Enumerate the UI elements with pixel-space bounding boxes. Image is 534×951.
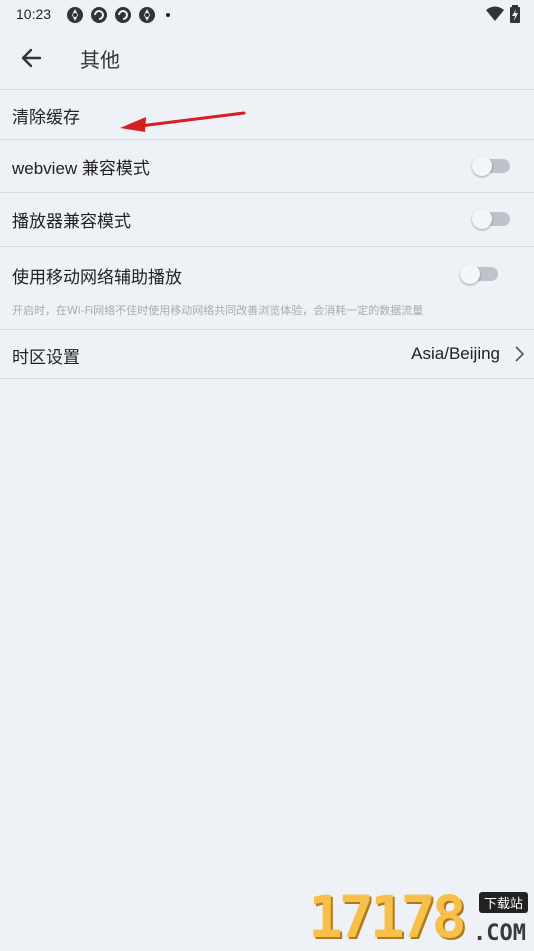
watermark-badge: 下载站 — [478, 892, 528, 913]
mobile-assist-description: 开启时，在Wi-Fi网络不佳时使用移动网络共同改善浏览体验，会消耗一定的数据流量 — [12, 304, 424, 317]
status-notification-icons — [66, 6, 170, 24]
wifi-icon — [486, 6, 504, 26]
status-bar: 10:23 — [0, 0, 534, 28]
sync-icon — [90, 6, 108, 24]
toggle-knob — [460, 264, 480, 284]
player-compat-toggle[interactable] — [472, 209, 510, 229]
status-system-icons — [486, 5, 520, 27]
webview-compat-toggle[interactable] — [472, 156, 510, 176]
webview-compat-label: webview 兼容模式 — [12, 159, 150, 178]
mobile-assist-item[interactable]: 使用移动网络辅助播放 开启时，在Wi-Fi网络不佳时使用移动网络共同改善浏览体验… — [0, 246, 534, 329]
player-compat-label: 播放器兼容模式 — [12, 212, 131, 232]
clear-cache-label: 清除缓存 — [12, 108, 80, 128]
aperture-icon — [138, 6, 156, 24]
clear-cache-item[interactable]: 清除缓存 — [0, 89, 534, 139]
back-button[interactable] — [18, 44, 46, 72]
player-compat-item[interactable]: 播放器兼容模式 — [0, 192, 534, 246]
webview-compat-item[interactable]: webview 兼容模式 — [0, 139, 534, 192]
chevron-right-icon — [515, 346, 525, 362]
toggle-knob — [472, 209, 492, 229]
status-time: 10:23 — [16, 6, 52, 22]
app-bar: 其他 — [0, 28, 534, 89]
settings-list: 清除缓存 webview 兼容模式 播放器兼容模式 使用移动网络辅助播放 开启时… — [0, 89, 534, 379]
sync-icon — [114, 6, 132, 24]
timezone-value: Asia/Beijing — [411, 344, 500, 363]
watermark-digits: 17178 — [308, 883, 467, 951]
mobile-assist-label: 使用移动网络辅助播放 — [12, 268, 182, 288]
page-title: 其他 — [80, 48, 120, 72]
timezone-item[interactable]: 时区设置 Asia/Beijing — [0, 329, 534, 379]
arrow-left-icon — [21, 48, 42, 68]
watermark-domain: .COM — [473, 921, 526, 946]
more-notifications-dot — [166, 13, 170, 17]
watermark-logo: 17178 下载站 .COM — [308, 888, 530, 946]
toggle-knob — [472, 156, 492, 176]
timezone-label: 时区设置 — [12, 348, 80, 368]
aperture-icon — [66, 6, 84, 24]
battery-charging-icon — [510, 5, 520, 27]
mobile-assist-toggle[interactable] — [460, 264, 498, 284]
